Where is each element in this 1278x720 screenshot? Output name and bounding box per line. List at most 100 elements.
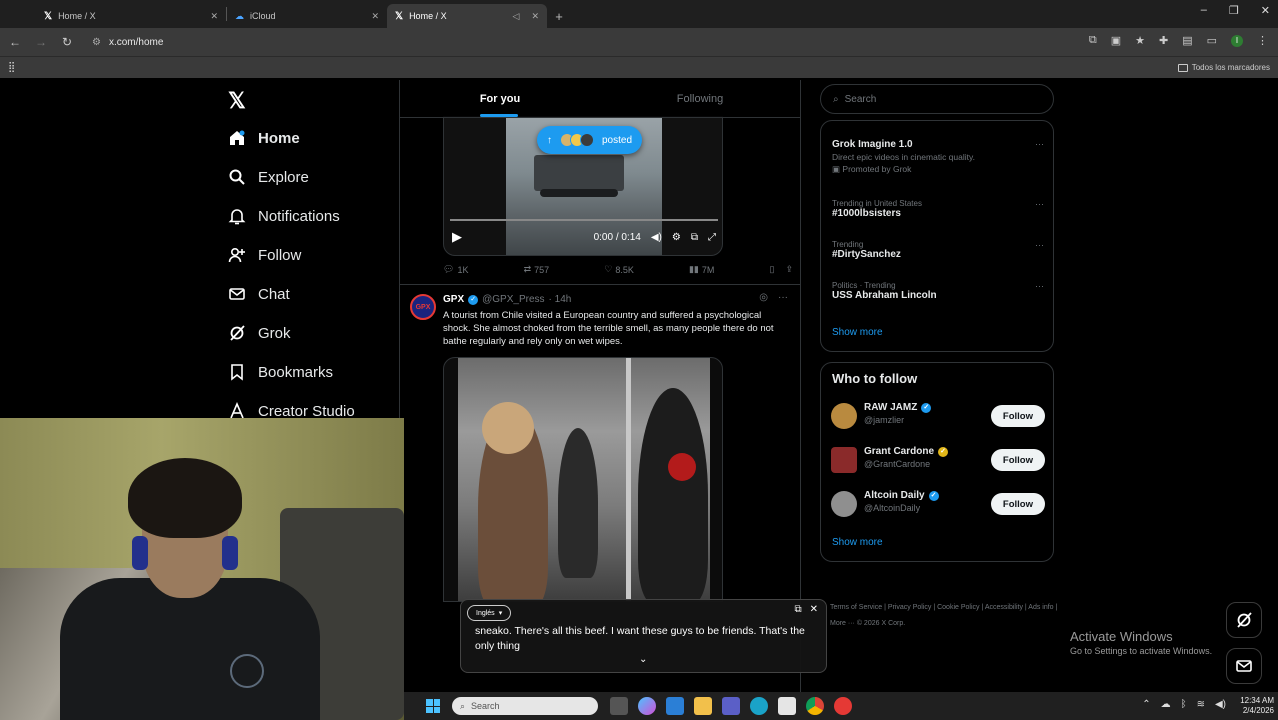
tab-icloud[interactable]: ☁ iCloud ✕	[227, 4, 387, 28]
more-icon[interactable]: ···	[1035, 240, 1044, 250]
follow-suggestion[interactable]: Altcoin Daily ✓ @AltcoinDaily Follow	[831, 489, 1045, 519]
author-name[interactable]: GPX	[443, 294, 464, 305]
cast-icon[interactable]: ▭	[1207, 34, 1217, 47]
nav-notifications[interactable]: Notifications	[228, 207, 340, 225]
new-posts-pill[interactable]: ↑ posted	[537, 126, 643, 154]
follow-button[interactable]: Follow	[990, 405, 1045, 427]
share-icon[interactable]: ⇪	[785, 264, 793, 275]
trend-item[interactable]: Politics · Trending USS Abraham Lincoln …	[832, 281, 1044, 301]
expand-icon[interactable]: ⧉	[794, 604, 801, 615]
start-button[interactable]	[426, 699, 440, 713]
site-info-icon[interactable]: ⚙	[92, 37, 101, 48]
author-handle[interactable]: @GPX_Press	[482, 294, 544, 305]
speaker-icon[interactable]: ◁	[513, 11, 520, 22]
edge-icon[interactable]	[750, 697, 768, 715]
close-icon[interactable]: ✕	[531, 11, 539, 22]
suggestion-name[interactable]: RAW JAMZ ✓	[864, 402, 932, 413]
close-icon[interactable]: ✕	[810, 604, 818, 615]
teams-icon[interactable]	[722, 697, 740, 715]
more-icon[interactable]: ···	[1035, 139, 1044, 149]
apps-grid-icon[interactable]: ⣿	[8, 62, 15, 73]
video-progress-bar[interactable]	[450, 219, 718, 221]
task-view-icon[interactable]	[610, 697, 628, 715]
puzzle-icon[interactable]: ✚	[1159, 34, 1168, 47]
cloud-icon[interactable]: ☁	[1161, 699, 1171, 710]
nav-chat[interactable]: Chat	[228, 285, 290, 303]
show-more-link[interactable]: Show more	[832, 537, 883, 548]
tab-following[interactable]: Following	[600, 80, 800, 117]
footer-links[interactable]: Terms of Service | Privacy Policy | Cook…	[830, 600, 1060, 632]
restore-icon[interactable]: ❐	[1229, 4, 1239, 17]
reply-button[interactable]: 💬︎ 1K	[443, 264, 468, 275]
chevron-down-icon[interactable]: ⌄	[639, 654, 647, 665]
trend-item[interactable]: Trending #DirtySanchez ···	[832, 240, 1044, 260]
chrome-icon[interactable]	[806, 697, 824, 715]
sidebar-icon[interactable]: ▤	[1182, 34, 1192, 47]
taskbar-search[interactable]: ⌕ Search	[452, 697, 598, 715]
nav-explore[interactable]: Explore	[228, 168, 309, 186]
avatar[interactable]	[831, 403, 857, 429]
file-explorer-icon[interactable]	[694, 697, 712, 715]
settings-icon[interactable]: ⚙	[672, 232, 681, 243]
avatar[interactable]	[831, 447, 857, 473]
avatar[interactable]: GPX	[410, 294, 436, 320]
all-bookmarks[interactable]: Todos los marcadores	[1177, 63, 1270, 72]
bluetooth-icon[interactable]: ᛒ	[1181, 699, 1187, 710]
follow-button[interactable]: Follow	[990, 449, 1045, 471]
close-icon[interactable]: ✕	[371, 11, 379, 22]
play-icon[interactable]: ▶	[452, 229, 462, 245]
suggestion-name[interactable]: Altcoin Daily ✓	[864, 490, 939, 501]
copilot-icon[interactable]	[638, 697, 656, 715]
caption-language-select[interactable]: Inglés ▾	[467, 605, 512, 621]
show-more-link[interactable]: Show more	[832, 327, 883, 338]
more-icon[interactable]: ···	[778, 292, 788, 303]
tab-home-x-active[interactable]: 𝕏 Home / X ◁ ✕	[387, 4, 547, 28]
new-tab-button[interactable]: +	[547, 4, 571, 28]
follow-suggestion[interactable]: RAW JAMZ ✓ @jamzlier Follow	[831, 401, 1045, 431]
like-button[interactable]: ♡ 8.5K	[604, 264, 634, 275]
fullscreen-icon[interactable]: ⤢	[708, 232, 716, 243]
forward-icon[interactable]: →	[34, 35, 48, 49]
x-logo-icon[interactable]: 𝕏	[228, 88, 246, 114]
trend-item[interactable]: Grok Imagine 1.0 Direct epic videos in c…	[832, 139, 1044, 175]
taskbar-clock[interactable]: 12:34 AM 2/4/2026	[1240, 696, 1274, 716]
menu-icon[interactable]: ⋮	[1257, 34, 1268, 47]
app-icon[interactable]	[834, 697, 852, 715]
extension-icon[interactable]: ▣	[1111, 34, 1121, 47]
post-time[interactable]: · 14h	[549, 294, 572, 305]
follow-button[interactable]: Follow	[990, 493, 1045, 515]
translate-icon[interactable]: ⧉	[1089, 34, 1097, 47]
pip-icon[interactable]: ⧉	[691, 232, 698, 243]
trend-item[interactable]: Trending in United States #1000lbsisters…	[832, 199, 1044, 219]
volume-icon[interactable]: ◀)	[651, 232, 662, 243]
back-icon[interactable]: ←	[8, 35, 22, 49]
nav-follow[interactable]: Follow	[228, 246, 301, 264]
search-input[interactable]: ⌕ Search	[820, 84, 1054, 114]
more-icon[interactable]: ···	[1035, 281, 1044, 291]
repost-button[interactable]: ⇄ 757	[524, 264, 550, 275]
post-video[interactable]	[443, 357, 723, 602]
star-icon[interactable]: ★	[1135, 34, 1145, 47]
avatar[interactable]	[831, 491, 857, 517]
more-icon[interactable]: ···	[1035, 199, 1044, 209]
grok-float-button[interactable]	[1226, 602, 1262, 638]
follow-suggestion[interactable]: Grant Cardone ✓ @GrantCardone Follow	[831, 445, 1045, 475]
address-bar[interactable]: ⚙ x.com/home	[92, 37, 163, 48]
mail-app-icon[interactable]	[666, 697, 684, 715]
bookmark-icon[interactable]: ▯	[769, 264, 774, 275]
chevron-up-icon[interactable]: ⌃	[1142, 699, 1150, 710]
nav-grok[interactable]: Grok	[228, 324, 291, 342]
grok-icon[interactable]: ◎	[759, 292, 768, 303]
close-icon[interactable]: ✕	[210, 11, 218, 22]
messages-float-button[interactable]	[1226, 648, 1262, 684]
wifi-icon[interactable]: ≋	[1197, 699, 1205, 710]
tab-for-you[interactable]: For you	[400, 80, 600, 117]
nav-bookmarks[interactable]: Bookmarks	[228, 363, 333, 381]
volume-icon[interactable]: ◀)	[1215, 699, 1226, 710]
minimize-icon[interactable]: –	[1201, 4, 1207, 17]
reload-icon[interactable]: ↻	[60, 35, 74, 49]
close-window-icon[interactable]: ✕	[1261, 4, 1270, 17]
views-button[interactable]: ▮▮ 7M	[689, 264, 714, 275]
profile-avatar[interactable]: I	[1231, 34, 1243, 47]
tab-home-x-1[interactable]: 𝕏 Home / X ✕	[36, 4, 226, 28]
